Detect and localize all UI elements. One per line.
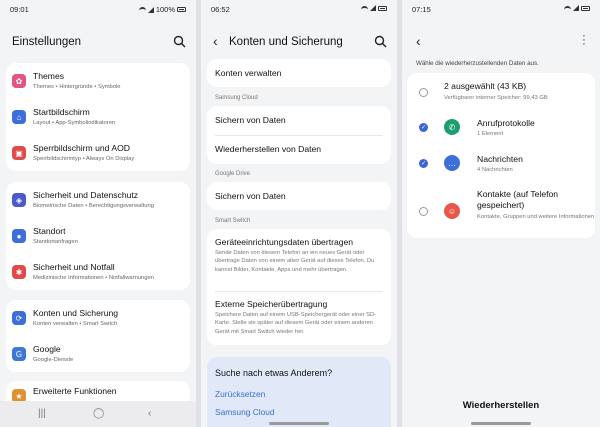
- manage-accounts-label: Konten verwalten: [215, 68, 282, 78]
- status-bar: 09:01 100%: [10, 5, 186, 17]
- battery-icon: [581, 5, 590, 11]
- checkbox-unchecked[interactable]: [419, 207, 428, 216]
- settings-item-themes[interactable]: ✿ Themes Themes • Hintergründe • Symbole: [6, 67, 190, 97]
- checkbox-checked[interactable]: ✓: [419, 123, 428, 132]
- selected-summary: 2 ausgewählt (43 KB): [444, 81, 527, 91]
- section-google-drive: Google Drive: [215, 171, 251, 177]
- signal-icon: [370, 5, 376, 11]
- wifi-icon: [564, 5, 571, 11]
- shield-icon: ◈: [12, 193, 26, 207]
- list-item-messages[interactable]: ✓ … Nachrichten 4 Nachrichten: [407, 149, 595, 179]
- search-icon[interactable]: [173, 35, 186, 48]
- status-time: 06:52: [211, 5, 230, 14]
- restore-data-item[interactable]: Wiederherstellen von Daten: [207, 135, 391, 164]
- sync-icon: ⟳: [12, 311, 26, 325]
- external-storage-item[interactable]: Externe Speicherübertragung Speichere Da…: [207, 291, 391, 345]
- back-icon[interactable]: ‹: [416, 33, 421, 49]
- samsung-cloud-link[interactable]: Samsung Cloud: [215, 407, 275, 417]
- battery-icon: [177, 7, 186, 12]
- manage-accounts-card[interactable]: Konten verwalten: [207, 59, 391, 87]
- restore-selection-screen: 07:15 ‹ · · · Wähle die wiederherzustellen…: [402, 0, 600, 427]
- phone-icon: ✆: [444, 119, 460, 135]
- status-time: 09:01: [10, 5, 29, 14]
- search-icon[interactable]: [374, 35, 387, 48]
- smart-switch-card: Geräteeinrichtungsdaten übertragen Sende…: [207, 229, 391, 345]
- backup-data-item[interactable]: Sichern von Daten: [207, 106, 391, 135]
- section-smart-switch: Smart Switch: [215, 218, 251, 224]
- instruction-text: Wähle die wiederherzustellenden Daten au…: [416, 60, 539, 67]
- gesture-bar: [471, 422, 531, 425]
- status-bar: 06:52: [211, 5, 387, 17]
- suggestions-card: Suche nach etwas Anderem? Zurücksetzen S…: [207, 357, 391, 427]
- home-button-icon[interactable]: ◯: [93, 409, 104, 419]
- contacts-icon: ☺: [444, 203, 460, 219]
- signal-icon: [147, 6, 154, 13]
- more-options-icon[interactable]: · · ·: [582, 31, 586, 50]
- settings-item-lockscreen[interactable]: ▣ Sperrbildschirm und AOD Sperrbildschir…: [6, 139, 190, 169]
- restore-button[interactable]: Wiederherstellen: [402, 400, 600, 411]
- signal-icon: [573, 5, 579, 11]
- palette-icon: ✿: [12, 74, 26, 88]
- message-icon: …: [444, 155, 460, 171]
- settings-item-accounts-backup[interactable]: ⟳ Konten und Sicherung Konten verwalten …: [6, 304, 190, 334]
- battery-level: 100%: [155, 5, 175, 14]
- page-title: Einstellungen: [12, 36, 82, 48]
- status-icons: 100%: [138, 5, 186, 14]
- back-icon[interactable]: ‹: [213, 33, 218, 49]
- emergency-icon: ✱: [12, 265, 26, 279]
- page-title: Konten und Sicherung: [229, 36, 343, 48]
- recent-apps-icon[interactable]: |||: [38, 409, 46, 419]
- wifi-icon: [138, 7, 146, 12]
- wifi-icon: [361, 5, 368, 11]
- back-icon[interactable]: ‹: [148, 409, 151, 419]
- settings-item-google[interactable]: G Google Google-Dienste: [6, 340, 190, 370]
- google-drive-card[interactable]: Sichern von Daten: [207, 182, 391, 210]
- settings-group-display: ✿ Themes Themes • Hintergründe • Symbole…: [6, 63, 190, 171]
- suggestions-title: Suche nach etwas Anderem?: [215, 368, 333, 378]
- reset-link[interactable]: Zurücksetzen: [215, 389, 265, 399]
- drive-backup-label: Sichern von Daten: [215, 191, 286, 201]
- home-icon: ⌂: [12, 110, 26, 124]
- google-icon: G: [12, 347, 26, 361]
- gesture-bar: [269, 422, 329, 425]
- select-all-checkbox[interactable]: [419, 88, 428, 97]
- settings-item-location[interactable]: ● Standort Standortanfragen: [6, 222, 190, 252]
- battery-icon: [378, 5, 387, 11]
- section-samsung-cloud: Samsung Cloud: [215, 95, 258, 101]
- navigation-bar: ||| ◯ ‹: [0, 401, 196, 427]
- list-item-contacts[interactable]: ☺ Kontakte (auf Telefon gespeichert) Kon…: [407, 185, 595, 235]
- settings-item-emergency[interactable]: ✱ Sicherheit und Notfall Medizinische In…: [6, 258, 190, 288]
- lock-icon: ▣: [12, 146, 26, 160]
- select-all-item[interactable]: 2 ausgewählt (43 KB) Verfügbarer interne…: [407, 77, 595, 109]
- location-icon: ●: [12, 229, 26, 243]
- checkbox-checked[interactable]: ✓: [419, 159, 428, 168]
- status-icons: [361, 5, 387, 11]
- settings-group-security: ◈ Sicherheit und Datenschutz Biometrisch…: [6, 182, 190, 290]
- list-item-call-logs[interactable]: ✓ ✆ Anrufprotokolle 1 Element: [407, 113, 595, 143]
- status-bar: 07:15: [412, 5, 590, 17]
- samsung-cloud-card: Sichern von Daten Wiederherstellen von D…: [207, 106, 391, 164]
- status-icons: [564, 5, 590, 11]
- available-storage: Verfügbarer interner Speicher: 99,43 GB: [444, 95, 548, 101]
- restore-items-card: 2 ausgewählt (43 KB) Verfügbarer interne…: [407, 73, 595, 238]
- settings-item-security[interactable]: ◈ Sicherheit und Datenschutz Biometrisch…: [6, 186, 190, 216]
- transfer-device-data-item[interactable]: Geräteeinrichtungsdaten übertragen Sende…: [207, 229, 391, 289]
- accounts-backup-screen: 06:52 ‹ Konten und Sicherung Konten verw…: [201, 0, 397, 427]
- status-time: 07:15: [412, 5, 431, 14]
- settings-screen: 09:01 100% Einstellungen ✿ Themes Themes…: [0, 0, 196, 427]
- settings-item-startbildschirm[interactable]: ⌂ Startbildschirm Layout • App-Symbolind…: [6, 103, 190, 133]
- settings-group-accounts: ⟳ Konten und Sicherung Konten verwalten …: [6, 300, 190, 372]
